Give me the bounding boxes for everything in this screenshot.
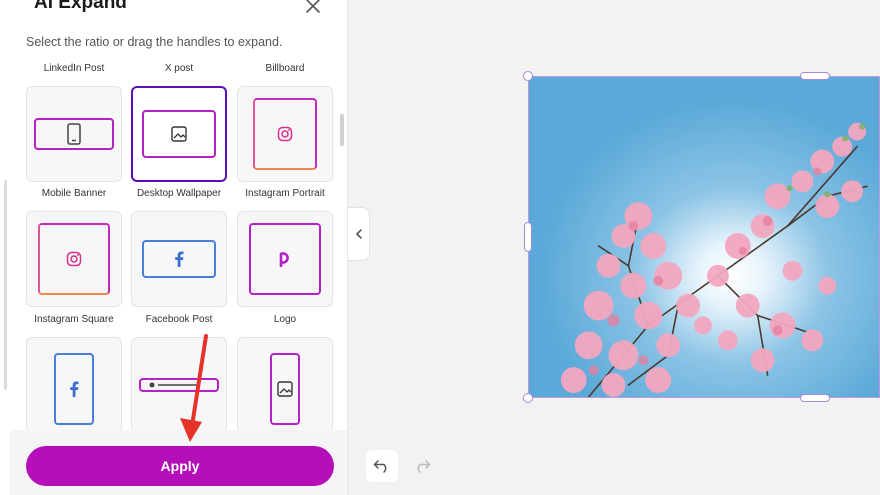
tile-label-logo: Logo xyxy=(273,314,297,325)
ratio-shape xyxy=(38,223,110,295)
tile-label-linkedin-post: LinkedIn Post xyxy=(43,63,105,74)
tile-label-x-post: X post xyxy=(164,63,194,74)
close-icon xyxy=(306,0,320,13)
apply-button[interactable]: Apply xyxy=(26,446,334,486)
undo-icon xyxy=(373,460,387,473)
ratio-tile-mobile-banner[interactable] xyxy=(26,86,122,182)
resize-handle-bottom[interactable] xyxy=(800,394,830,402)
ratio-tile-logo[interactable] xyxy=(237,211,333,307)
resize-handle-left[interactable] xyxy=(524,222,532,252)
tile-label-instagram-portrait: Instagram Portrait xyxy=(245,188,325,199)
image-icon xyxy=(171,126,187,142)
ratio-tile-facebook-story[interactable] xyxy=(26,337,122,433)
resize-handle-bottom-left[interactable] xyxy=(523,393,533,403)
resize-handle-top-left[interactable] xyxy=(523,71,533,81)
ratio-tile-instagram-portrait[interactable] xyxy=(237,86,333,182)
chevron-left-icon xyxy=(355,229,362,239)
ratio-shape xyxy=(142,110,216,158)
p-logo-icon xyxy=(279,252,289,267)
ratio-tile-facebook-post[interactable] xyxy=(131,211,227,307)
instagram-icon xyxy=(66,251,82,267)
undo-button[interactable] xyxy=(366,450,398,482)
ratio-shape xyxy=(253,98,317,170)
tile-label-desktop-wallpaper: Desktop Wallpaper xyxy=(136,188,222,199)
collapse-panel-button[interactable] xyxy=(348,207,370,261)
tile-label-instagram-square: Instagram Square xyxy=(34,314,114,325)
ratio-tile-instagram-square[interactable] xyxy=(26,211,122,307)
ratio-shape xyxy=(54,353,94,425)
facebook-icon xyxy=(70,381,79,397)
ratio-tile-portrait-banner[interactable] xyxy=(237,337,333,433)
panel-scroll-edge[interactable] xyxy=(4,180,7,390)
ratio-shape xyxy=(249,223,321,295)
image-icon xyxy=(277,381,293,397)
redo-button[interactable] xyxy=(406,450,438,482)
phone-icon xyxy=(67,123,81,145)
instagram-icon xyxy=(277,126,293,142)
panel-title: AI Expand xyxy=(34,0,127,13)
tile-label-facebook-post: Facebook Post xyxy=(145,314,213,325)
ratio-shape xyxy=(142,240,216,278)
tile-label-billboard: Billboard xyxy=(265,63,305,74)
cherry-blossom-photo xyxy=(529,77,879,397)
ai-expand-panel: AI Expand Select the ratio or drag the h… xyxy=(0,0,348,495)
ratio-tile-web-banner[interactable] xyxy=(131,337,227,433)
canvas-image-frame[interactable] xyxy=(528,76,880,398)
ratio-shape xyxy=(139,378,219,392)
ratio-tile-desktop-wallpaper[interactable] xyxy=(131,86,227,182)
close-button[interactable] xyxy=(303,0,323,16)
banner-bar-icon xyxy=(149,382,199,388)
facebook-icon xyxy=(175,251,184,267)
tile-label-mobile-banner: Mobile Banner xyxy=(41,188,107,199)
redo-icon xyxy=(417,460,431,473)
ratio-shape xyxy=(34,118,114,150)
panel-subtitle: Select the ratio or drag the handles to … xyxy=(26,35,283,49)
ratio-shape xyxy=(270,353,300,425)
tile-scrollbar[interactable] xyxy=(340,114,344,146)
resize-handle-top[interactable] xyxy=(800,72,830,80)
